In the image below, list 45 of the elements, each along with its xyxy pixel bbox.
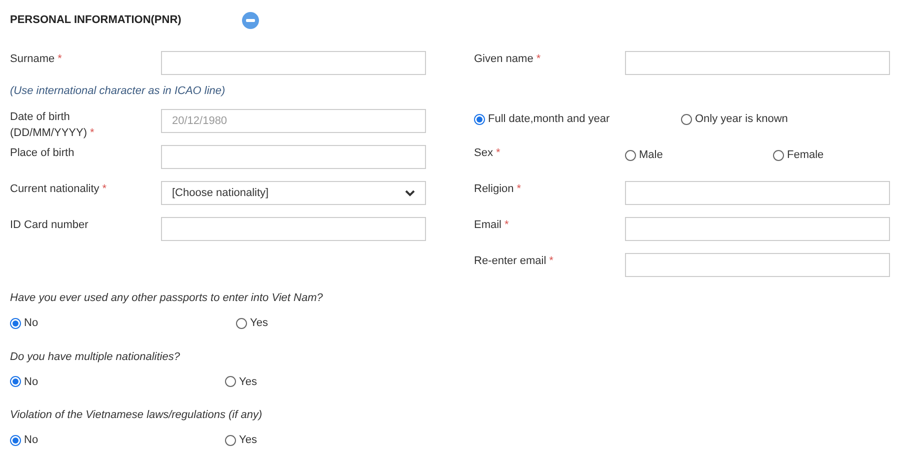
radio-label[interactable]: Yes [250, 315, 268, 332]
radio-button[interactable] [625, 150, 636, 161]
field-label: Sex * [474, 146, 502, 161]
radio-label[interactable]: No [24, 432, 38, 448]
input-field[interactable] [625, 253, 890, 277]
input-field[interactable] [625, 51, 890, 75]
radio-label[interactable]: Male [639, 147, 663, 164]
field-label: Current nationality * [10, 182, 108, 197]
radio-label[interactable]: No [24, 374, 38, 390]
radio-button[interactable] [225, 376, 236, 388]
chevron-down-icon [405, 190, 415, 196]
input-field[interactable] [161, 51, 426, 75]
radio-label[interactable]: Only year is known [695, 111, 788, 128]
radio-button[interactable] [681, 114, 692, 125]
field-label: Email * [474, 218, 510, 233]
radio-label[interactable]: Full date,month and year [488, 111, 610, 128]
hint-text: (Use international character as in ICAO line) [10, 85, 226, 97]
question-text: Violation of the Vietnamese laws/regulations (if any) [10, 408, 264, 422]
radio-label[interactable]: No [24, 315, 38, 332]
radio-button[interactable] [10, 434, 21, 446]
section-title: PERSONAL INFORMATION(PNR) [10, 12, 182, 28]
field-label: Place of birth [10, 146, 76, 161]
question-text: Have you ever used any other passports to enter into Viet Nam? [10, 291, 324, 305]
collapse-icon[interactable] [242, 12, 259, 28]
select-field[interactable]: [Choose nationality] [161, 181, 426, 205]
field-label: Religion * [474, 182, 522, 197]
input-field[interactable] [161, 145, 426, 169]
field-label: Given name * [474, 52, 542, 67]
radio-label[interactable]: Yes [239, 374, 257, 390]
radio-button[interactable] [474, 114, 485, 125]
radio-button[interactable] [10, 376, 21, 388]
radio-button[interactable] [236, 318, 247, 329]
input-field[interactable] [625, 181, 890, 205]
radio-button[interactable] [225, 434, 236, 446]
question-text: Do you have multiple nationalities? [10, 350, 181, 364]
field-label: Surname * [10, 52, 63, 67]
field-label: Date of birth (DD/MM/YYYY) * [10, 110, 96, 141]
field-label: ID Card number [10, 218, 90, 233]
radio-button[interactable] [10, 318, 21, 329]
radio-label[interactable]: Yes [239, 432, 257, 448]
radio-label[interactable]: Female [787, 147, 824, 164]
radio-button[interactable] [773, 150, 784, 161]
input-field[interactable] [161, 217, 426, 241]
field-label: Re-enter email * [474, 254, 554, 269]
input-field[interactable] [625, 217, 890, 241]
